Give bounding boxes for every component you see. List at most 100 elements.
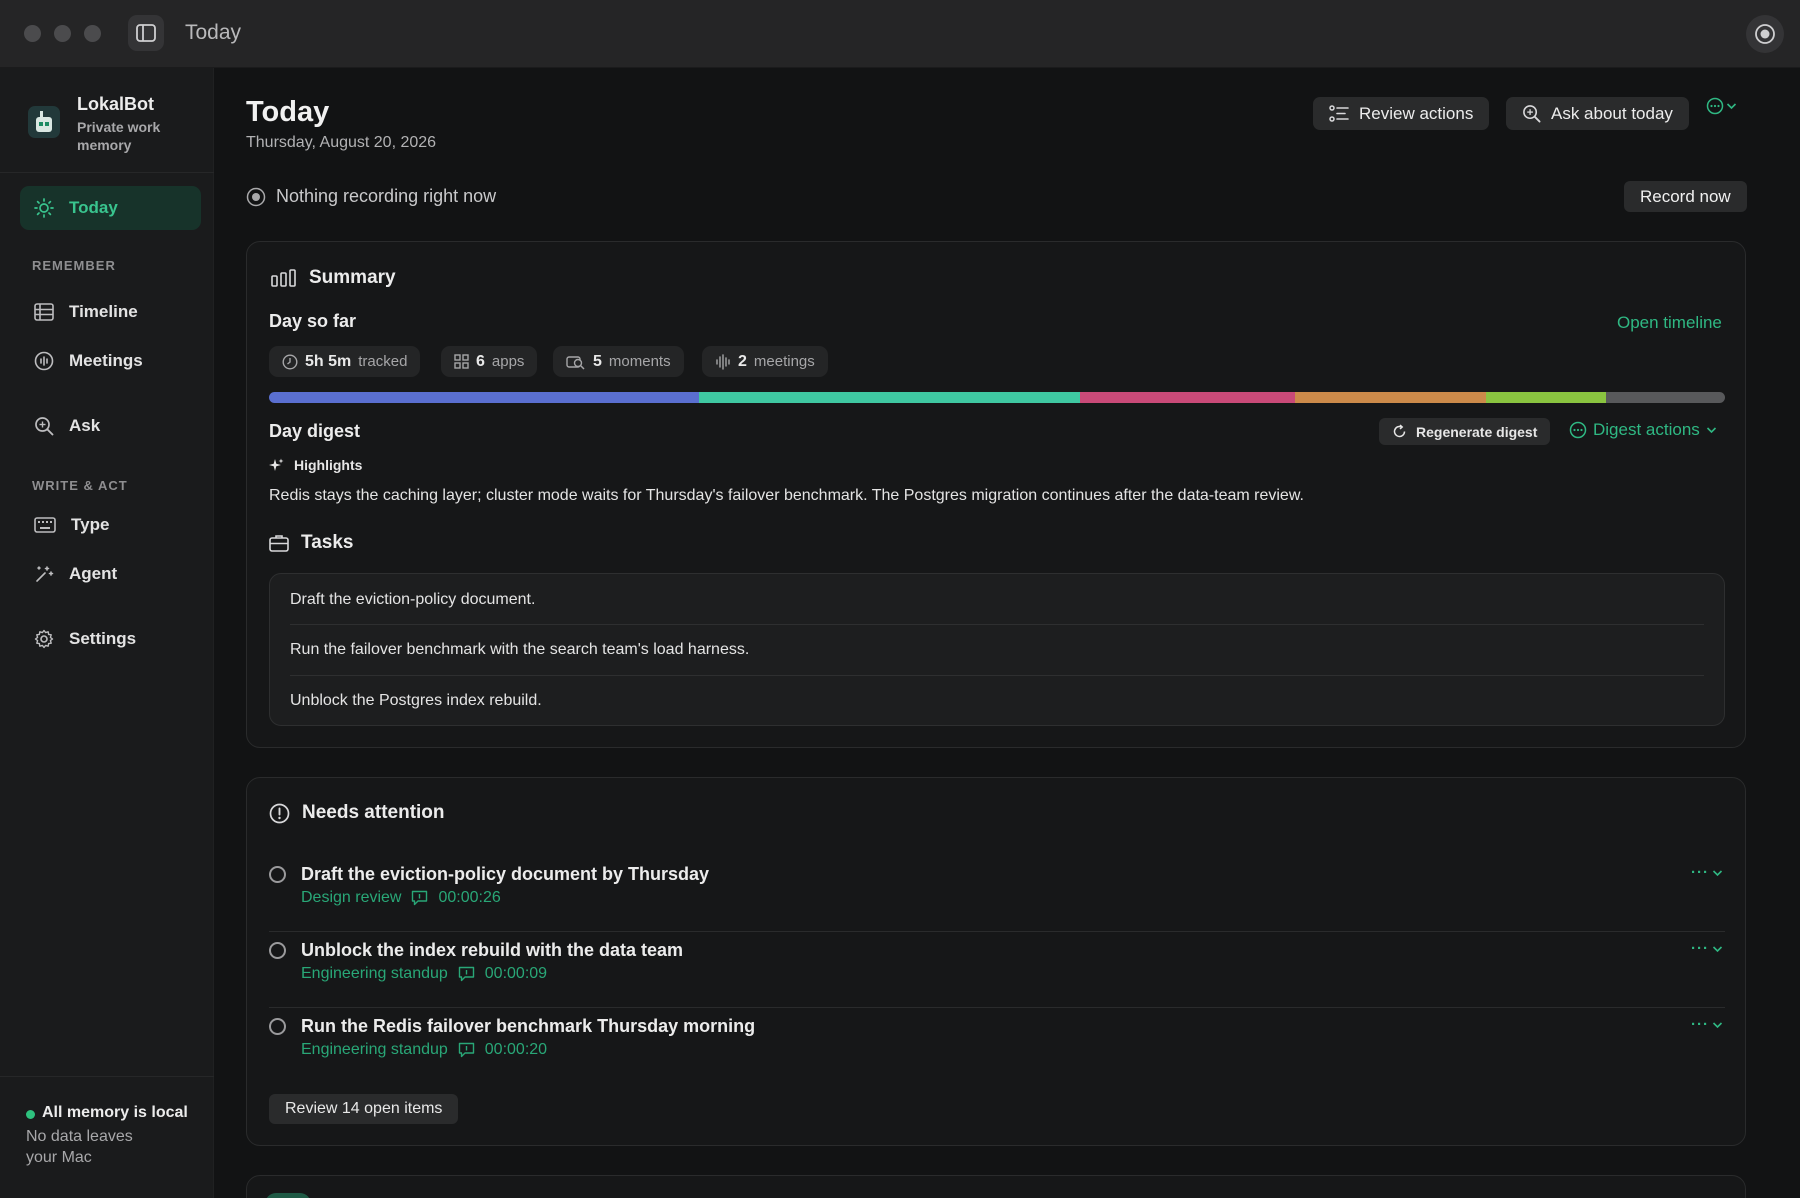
sidebar-section-write-act: WRITE & ACT	[32, 478, 128, 493]
needs-attention-card: Needs attention Draft the eviction-polic…	[246, 777, 1746, 1146]
chip-label: apps	[491, 353, 525, 370]
toggle-sidebar-button[interactable]	[128, 15, 164, 51]
review-open-items-button[interactable]: Review 14 open items	[269, 1094, 459, 1124]
sidebar-item-agent[interactable]: Agent	[20, 552, 201, 596]
chip-apps: 6 apps	[441, 346, 538, 377]
attention-item-meta[interactable]: Engineering standup 00:00:20	[301, 1041, 547, 1059]
minimize-window-button[interactable]	[54, 25, 71, 42]
more-circle-icon	[1706, 97, 1724, 115]
apps-grid-icon	[454, 354, 469, 369]
chevron-down-icon	[1712, 1021, 1723, 1028]
chevron-down-icon	[1712, 945, 1723, 952]
tasks-title: Tasks	[301, 532, 354, 553]
attention-item-more-menu[interactable]: ···	[1691, 864, 1723, 881]
sidebar-item-label: Meetings	[69, 351, 143, 370]
digest-actions-label: Digest actions	[1593, 420, 1700, 439]
digest-actions-menu[interactable]: Digest actions	[1569, 420, 1717, 440]
attention-item: Run the Redis failover benchmark Thursda…	[269, 1008, 1725, 1084]
sidebar-item-label: Settings	[69, 629, 137, 648]
chip-value: 2	[738, 352, 747, 370]
zoom-window-button[interactable]	[84, 25, 101, 42]
attention-item: Unblock the index rebuild with the data …	[269, 932, 1725, 1008]
attention-checkbox[interactable]	[269, 866, 286, 883]
window-title: Today	[185, 21, 242, 44]
local-memory-title: All memory is local	[42, 1104, 188, 1121]
task-item[interactable]: Draft the eviction-policy document.	[290, 574, 1704, 625]
chevron-down-icon	[1712, 869, 1723, 876]
sparkle-icon	[269, 458, 284, 471]
recording-status: Nothing recording right now	[246, 186, 496, 207]
chip-value: 5	[593, 352, 602, 370]
highlights-label: Highlights	[269, 457, 362, 473]
more-dots-icon: ···	[1691, 864, 1709, 881]
tasks-header: Tasks	[269, 532, 353, 554]
transcript-icon	[412, 890, 428, 906]
alert-circle-icon	[269, 803, 290, 823]
summary-title: Summary	[309, 267, 396, 288]
needs-attention-title: Needs attention	[302, 802, 445, 823]
sidebar-item-ask[interactable]: Ask	[20, 404, 201, 448]
waveform-icon	[716, 353, 730, 370]
ask-about-today-button[interactable]: Ask about today	[1506, 97, 1689, 130]
keyboard-icon	[34, 517, 56, 533]
more-dots-icon: ···	[1691, 1016, 1709, 1033]
day-digest-heading: Day digest	[269, 421, 361, 441]
checklist-icon	[1329, 104, 1349, 122]
review-actions-button[interactable]: Review actions	[1313, 97, 1490, 130]
activity-segment	[1079, 392, 1296, 403]
sidebar-item-settings[interactable]: Settings	[20, 617, 201, 661]
sidebar-item-today[interactable]: Today	[20, 186, 201, 230]
activity-segment	[1486, 392, 1606, 403]
window-titlebar: Today	[0, 0, 1800, 68]
brand-tagline: Private work memory	[77, 119, 161, 153]
recording-toggle-button[interactable]	[1746, 15, 1784, 53]
clock-icon	[282, 353, 298, 370]
search-icon	[1523, 105, 1541, 123]
chevron-down-icon	[1706, 427, 1716, 434]
header-more-menu[interactable]	[1706, 97, 1737, 115]
chip-label: moments	[608, 353, 671, 370]
refresh-icon	[1393, 424, 1406, 438]
chip-moments: 5 moments	[553, 346, 684, 377]
brand-name: LokalBot	[77, 94, 155, 114]
attention-item-more-menu[interactable]: ···	[1691, 940, 1723, 957]
sidebar-item-meetings[interactable]: Meetings	[20, 339, 201, 383]
sidebar-item-label: Timeline	[69, 302, 138, 321]
open-timeline-link[interactable]: Open timeline	[1617, 313, 1722, 333]
summary-header: Summary	[271, 267, 396, 289]
attention-item-title: Run the Redis failover benchmark Thursda…	[301, 1016, 756, 1036]
record-status-icon	[246, 187, 266, 206]
transcript-icon	[458, 1042, 474, 1058]
task-text: Run the failover benchmark with the sear…	[290, 641, 750, 658]
attention-item-meta[interactable]: Engineering standup 00:00:09	[301, 965, 547, 983]
chip-label: tracked	[358, 353, 408, 370]
meetings-icon	[34, 351, 54, 371]
attention-checkbox[interactable]	[269, 942, 286, 959]
sun-icon	[34, 198, 54, 218]
more-dots-icon: ···	[1691, 940, 1709, 957]
close-window-button[interactable]	[24, 25, 41, 42]
sidebar-section-remember: REMEMBER	[32, 258, 116, 273]
regenerate-digest-button[interactable]: Regenerate digest	[1379, 418, 1551, 445]
task-item[interactable]: Unblock the Postgres index rebuild.	[290, 675, 1704, 726]
review-actions-label: Review actions	[1359, 103, 1474, 123]
attention-item-timestamp: 00:00:26	[438, 889, 501, 906]
sidebar-item-label: Ask	[69, 416, 101, 435]
chip-meetings: 2 meetings	[702, 346, 828, 377]
attention-item-source: Engineering standup	[301, 1041, 448, 1058]
sidebar-item-label: Agent	[69, 564, 118, 583]
attention-checkbox[interactable]	[269, 1018, 286, 1035]
sidebar-item-type[interactable]: Type	[20, 503, 201, 547]
sidebar-divider	[0, 1076, 214, 1077]
task-item[interactable]: Run the failover benchmark with the sear…	[290, 624, 1704, 675]
page-title: Today	[246, 96, 330, 128]
attention-item-more-menu[interactable]: ···	[1691, 1016, 1723, 1033]
attention-item-source: Design review	[301, 889, 402, 906]
chevron-down-icon	[1726, 103, 1737, 110]
attention-item-meta[interactable]: Design review 00:00:26	[301, 889, 501, 907]
attention-item-source: Engineering standup	[301, 965, 448, 982]
record-now-button[interactable]: Record now	[1624, 181, 1747, 212]
agent-icon	[36, 566, 54, 582]
sidebar-item-timeline[interactable]: Timeline	[20, 290, 201, 334]
sidebar: LokalBot Private work memory Today REMEM…	[0, 68, 214, 1198]
